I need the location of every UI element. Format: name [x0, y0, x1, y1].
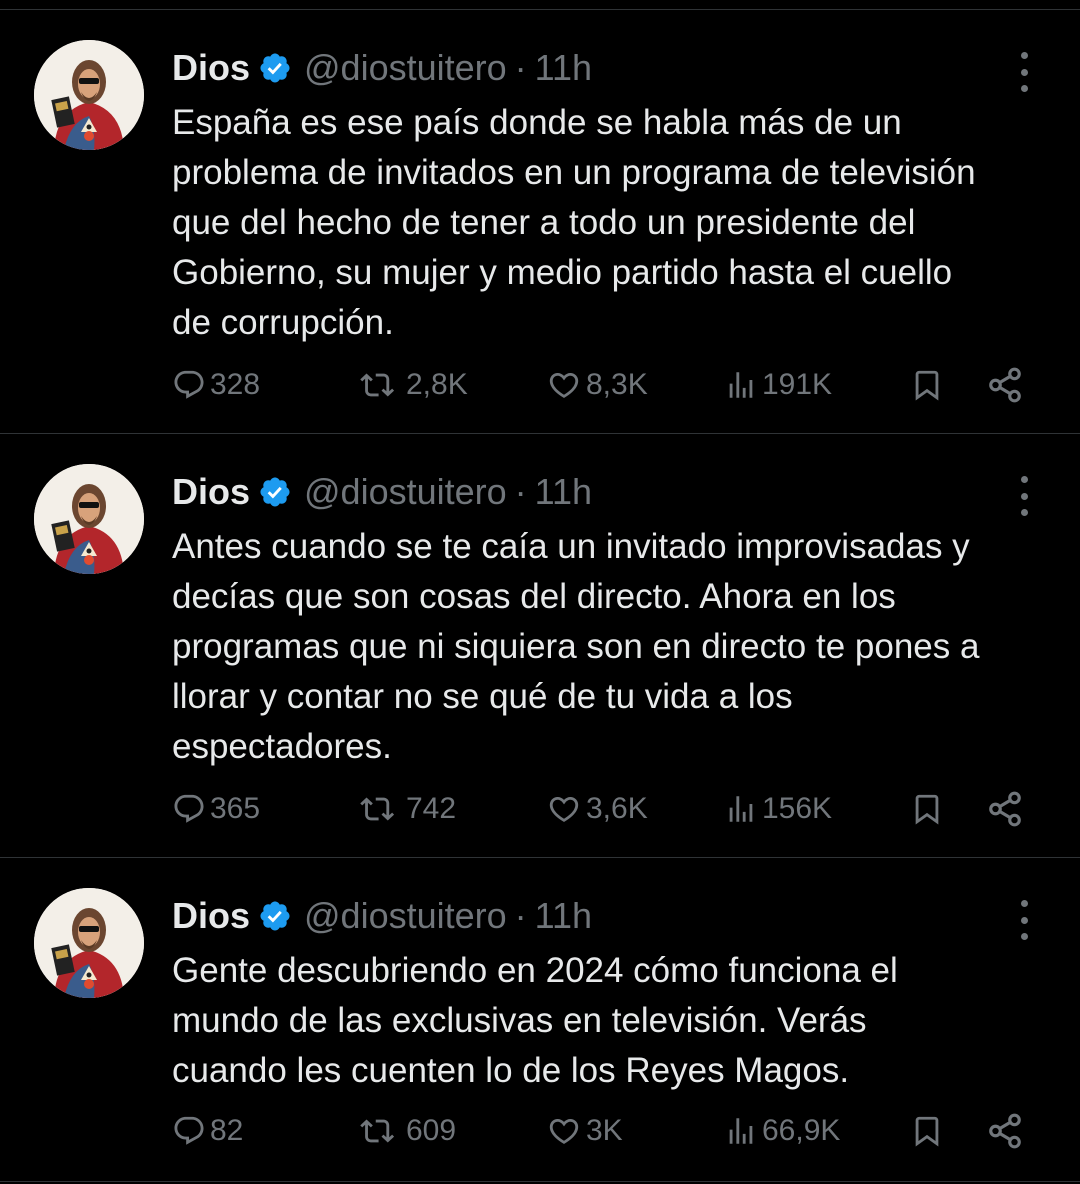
reply-count: 328 [210, 368, 261, 401]
author-name[interactable]: Dios [172, 895, 250, 937]
repost-button[interactable]: 742 [358, 784, 456, 834]
like-icon [549, 796, 579, 822]
bookmark-icon [915, 794, 939, 825]
tweet-text: España es ese país donde se habla más de… [172, 103, 976, 342]
repost-count: 742 [406, 792, 457, 825]
more-icon[interactable] [1010, 52, 1038, 92]
avatar[interactable] [34, 888, 144, 998]
views-icon [729, 372, 753, 398]
author-name[interactable]: Dios [172, 47, 250, 89]
repost-icon [360, 373, 395, 397]
repost-button[interactable]: 609 [358, 1106, 456, 1156]
avatar-image [34, 464, 144, 574]
author-handle[interactable]: @diostuitero [304, 471, 507, 513]
author-handle[interactable]: @diostuitero [304, 895, 507, 937]
author-name[interactable]: Dios [172, 471, 250, 513]
reply-count: 365 [210, 792, 261, 825]
like-count: 8,3K [586, 368, 648, 401]
timestamp[interactable]: 11h [535, 471, 592, 513]
tweet-text: Gente descubriendo en 2024 cómo funciona… [172, 951, 898, 1090]
like-icon [549, 1118, 579, 1144]
like-icon [549, 372, 579, 398]
share-button[interactable] [986, 784, 1024, 834]
reply-icon [174, 1116, 204, 1145]
share-button[interactable] [986, 360, 1024, 410]
like-count: 3,6K [586, 792, 648, 825]
action-bar: 82 609 3K 66,9K [172, 1106, 1032, 1156]
repost-count: 2,8K [406, 368, 468, 401]
avatar-image [34, 40, 144, 150]
views-icon [729, 1118, 753, 1144]
views-count: 156K [762, 792, 833, 825]
repost-count: 609 [406, 1114, 457, 1147]
share-icon [989, 1113, 1021, 1149]
views-button[interactable]: 66,9K [724, 1106, 840, 1156]
reply-button[interactable]: 82 [172, 1106, 243, 1156]
avatar[interactable] [34, 40, 144, 150]
avatar-image [34, 888, 144, 998]
like-button[interactable]: 8,3K [546, 360, 648, 410]
timestamp[interactable]: 11h [535, 47, 592, 89]
like-button[interactable]: 3,6K [546, 784, 648, 834]
views-button[interactable]: 191K [724, 360, 832, 410]
reply-icon [174, 370, 204, 399]
separator: · [514, 471, 527, 512]
tweet[interactable]: Dios @diostuitero · 11h España es ese pa… [0, 10, 1080, 434]
reply-button[interactable]: 365 [172, 784, 260, 834]
bookmark-button[interactable] [910, 784, 944, 834]
views-button[interactable]: 156K [724, 784, 832, 834]
tweet-header: Dios @diostuitero · 11h [172, 886, 592, 946]
verified-badge-icon [260, 477, 290, 507]
share-icon [989, 367, 1021, 403]
tweet-divider [0, 1181, 1080, 1182]
reply-icon [174, 794, 204, 823]
more-icon[interactable] [1010, 476, 1038, 516]
share-button[interactable] [986, 1106, 1024, 1156]
tweet[interactable]: Dios @diostuitero · 11h Antes cuando se … [0, 434, 1080, 858]
verified-badge-icon [260, 53, 290, 83]
verified-badge-icon [260, 901, 290, 931]
bookmark-button[interactable] [910, 360, 944, 410]
bookmark-icon [915, 370, 939, 401]
views-count: 66,9K [762, 1114, 841, 1147]
action-bar: 365 742 3,6K 156K [172, 784, 1032, 834]
separator: · [514, 47, 527, 88]
bookmark-icon [915, 1116, 939, 1147]
separator: · [514, 895, 527, 936]
views-icon [729, 796, 753, 822]
author-handle[interactable]: @diostuitero [304, 47, 507, 89]
more-icon[interactable] [1010, 900, 1038, 940]
action-bar: 328 2,8K 8,3K 191K [172, 360, 1032, 410]
avatar[interactable] [34, 464, 144, 574]
bookmark-button[interactable] [910, 1106, 944, 1156]
reply-count: 82 [210, 1114, 244, 1147]
repost-button[interactable]: 2,8K [358, 360, 468, 410]
like-count: 3K [586, 1114, 623, 1147]
timestamp[interactable]: 11h [535, 895, 592, 937]
tweet-header: Dios @diostuitero · 11h [172, 38, 592, 98]
share-icon [989, 791, 1021, 827]
tweet[interactable]: Dios @diostuitero · 11h Gente descubrien… [0, 858, 1080, 1182]
repost-icon [360, 1119, 395, 1143]
tweet-text: Antes cuando se te caía un invitado impr… [172, 527, 980, 766]
repost-icon [360, 797, 395, 821]
views-count: 191K [762, 368, 833, 401]
reply-button[interactable]: 328 [172, 360, 260, 410]
like-button[interactable]: 3K [546, 1106, 623, 1156]
tweet-header: Dios @diostuitero · 11h [172, 462, 592, 522]
